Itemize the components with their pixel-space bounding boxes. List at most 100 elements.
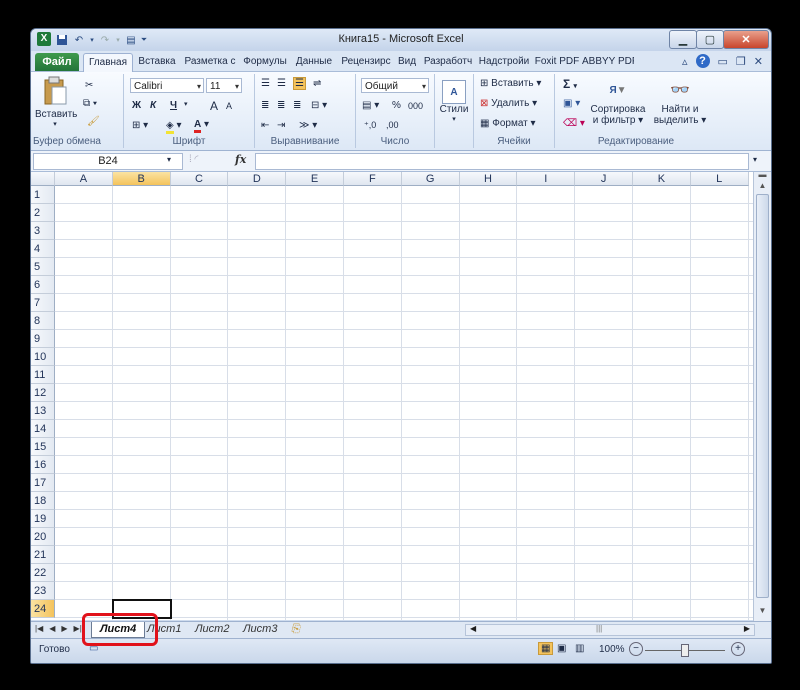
find-select-button[interactable]: 👓 Найти и выделить ▾ [651, 76, 709, 126]
row-header-10[interactable]: 10 [31, 348, 55, 366]
autosum-button[interactable]: Σ ▾ [563, 77, 577, 91]
scroll-thumb[interactable] [756, 194, 769, 598]
dropdown-arrow-icon[interactable]: ▾ [35, 120, 75, 128]
row-header-11[interactable]: 11 [31, 366, 55, 384]
row-header-21[interactable]: 21 [31, 546, 55, 564]
bold-button[interactable]: Ж [132, 100, 141, 111]
tab-view[interactable]: Вид [395, 53, 419, 71]
align-top-icon[interactable]: ☰ [261, 78, 270, 89]
scroll-down-icon[interactable]: ▼ [755, 604, 770, 618]
orientation-icon[interactable]: ≫ ▾ [299, 120, 317, 131]
page-layout-view-icon[interactable]: ▣ [557, 643, 566, 654]
thousands-button[interactable]: 000 [408, 101, 423, 111]
row-header-12[interactable]: 12 [31, 384, 55, 402]
format-cells-button[interactable]: ▦ Формат ▾ [480, 118, 536, 129]
row-header-15[interactable]: 15 [31, 438, 55, 456]
fill-color-icon[interactable]: ◈ ▾ [166, 120, 182, 134]
sheet-tab-list3[interactable]: Лист3 [235, 622, 285, 637]
split-handle-icon[interactable]: ▬ [755, 171, 770, 179]
tab-formulas[interactable]: Формулы [241, 53, 289, 71]
grow-font-button[interactable]: A [210, 99, 218, 113]
name-box-dropdown-icon[interactable]: ▾ [167, 155, 171, 164]
scroll-thumb-grip[interactable]: ||| [596, 624, 602, 633]
column-header-e[interactable]: E [286, 172, 344, 186]
tab-developer[interactable]: Разработч [422, 53, 474, 71]
align-right-icon[interactable]: ≣ [293, 100, 301, 111]
clear-icon[interactable]: ⌫ ▾ [563, 118, 585, 129]
insert-function-icon[interactable]: fx [235, 153, 246, 166]
tab-home[interactable]: Главная [83, 53, 133, 72]
row-header-9[interactable]: 9 [31, 330, 55, 348]
wrap-text-icon[interactable]: ⇌ [313, 78, 321, 89]
help-icon[interactable]: ? [695, 54, 710, 68]
row-header-23[interactable]: 23 [31, 582, 55, 600]
insert-sheet-icon[interactable]: ⎘ [283, 622, 308, 637]
zoom-level[interactable]: 100% [599, 644, 625, 655]
tab-page-layout[interactable]: Разметка с [182, 53, 238, 71]
restore-icon[interactable]: ❐ [736, 55, 746, 68]
column-header-b[interactable]: B [112, 172, 171, 186]
row-header-5[interactable]: 5 [31, 258, 55, 276]
tab-review[interactable]: Рецензирс [339, 53, 393, 71]
column-header-i[interactable]: I [517, 172, 576, 186]
number-format-select[interactable]: Общий ▾ [361, 78, 429, 93]
prev-sheet-icon[interactable]: ◀ [49, 624, 55, 633]
italic-button[interactable]: К [150, 100, 156, 111]
decrease-indent-icon[interactable]: ⇤ [261, 120, 269, 131]
zoom-out-button[interactable]: − [629, 642, 643, 656]
expand-formula-bar-icon[interactable]: ▾ [753, 155, 757, 164]
column-header-d[interactable]: D [228, 172, 287, 186]
format-painter-icon[interactable]: 🖌 [87, 116, 100, 127]
increase-decimal-icon[interactable]: ⁺,0 [364, 120, 376, 131]
shrink-font-button[interactable]: A [226, 101, 232, 111]
first-sheet-icon[interactable]: |◀ [35, 624, 43, 633]
underline-button[interactable]: Ч [170, 100, 177, 111]
font-size-select[interactable]: 11 ▾ [206, 78, 242, 93]
scroll-right-icon[interactable]: ▶ [744, 624, 750, 633]
tab-data[interactable]: Данные [292, 53, 336, 71]
column-header-j[interactable]: J [575, 172, 633, 186]
tab-insert[interactable]: Вставка [135, 53, 179, 71]
increase-indent-icon[interactable]: ⇥ [277, 120, 285, 131]
font-name-select[interactable]: Calibri ▾ [130, 78, 204, 93]
align-left-icon[interactable]: ≣ [261, 100, 269, 111]
minimize-icon[interactable]: ▁ [669, 30, 697, 49]
row-header-22[interactable]: 22 [31, 564, 55, 582]
tab-foxit-pdf[interactable]: Foxit PDF [534, 53, 580, 71]
scroll-up-icon[interactable]: ▲ [755, 179, 770, 193]
column-header-l[interactable]: L [690, 172, 749, 186]
row-header-13[interactable]: 13 [31, 402, 55, 420]
row-header-19[interactable]: 19 [31, 510, 55, 528]
page-break-view-icon[interactable]: ▥ [575, 643, 584, 654]
column-header-a[interactable]: A [55, 172, 113, 186]
insert-cells-button[interactable]: ⊞ Вставить ▾ [480, 78, 541, 89]
row-header-4[interactable]: 4 [31, 240, 55, 258]
merge-cells-icon[interactable]: ⊟ ▾ [311, 100, 327, 111]
currency-icon[interactable]: ▤ ▾ [362, 100, 379, 111]
worksheet-grid[interactable]: A B C D E F G H I J K L 1 2 3 4 5 6 7 8 9 10 11 12 13 14 15 16 17 18 1… [31, 172, 753, 620]
vertical-scrollbar[interactable]: ▬ ▲ ▼ [753, 171, 771, 621]
column-header-h[interactable]: H [459, 172, 518, 186]
tab-abbyy-pdf[interactable]: ABBYY PDF [582, 53, 634, 71]
delete-cells-button[interactable]: ⊠ Удалить ▾ [480, 98, 537, 109]
align-middle-icon[interactable]: ☰ [277, 78, 286, 89]
tab-addins[interactable]: Надстройи [477, 53, 531, 71]
maximize-icon[interactable]: ▢ [696, 30, 724, 49]
font-color-icon[interactable]: A ▾ [194, 119, 209, 133]
cut-icon[interactable]: ✂ [85, 80, 93, 91]
styles-button[interactable]: A Стили ▾ [437, 80, 471, 123]
zoom-slider-thumb[interactable] [681, 644, 689, 657]
dropdown-arrow-icon[interactable]: ▾ [184, 100, 188, 108]
zoom-in-button[interactable]: + [731, 642, 745, 656]
row-header-7[interactable]: 7 [31, 294, 55, 312]
file-tab[interactable]: Файл [35, 53, 79, 71]
align-center-icon[interactable]: ≣ [277, 100, 285, 111]
formula-input[interactable] [255, 153, 749, 170]
row-header-3[interactable]: 3 [31, 222, 55, 240]
borders-icon[interactable]: ⊞ ▾ [132, 120, 148, 131]
row-header-8[interactable]: 8 [31, 312, 55, 330]
row-header-14[interactable]: 14 [31, 420, 55, 438]
row-header-20[interactable]: 20 [31, 528, 55, 546]
percent-button[interactable]: % [392, 100, 401, 111]
fill-icon[interactable]: ▣ ▾ [563, 98, 580, 109]
